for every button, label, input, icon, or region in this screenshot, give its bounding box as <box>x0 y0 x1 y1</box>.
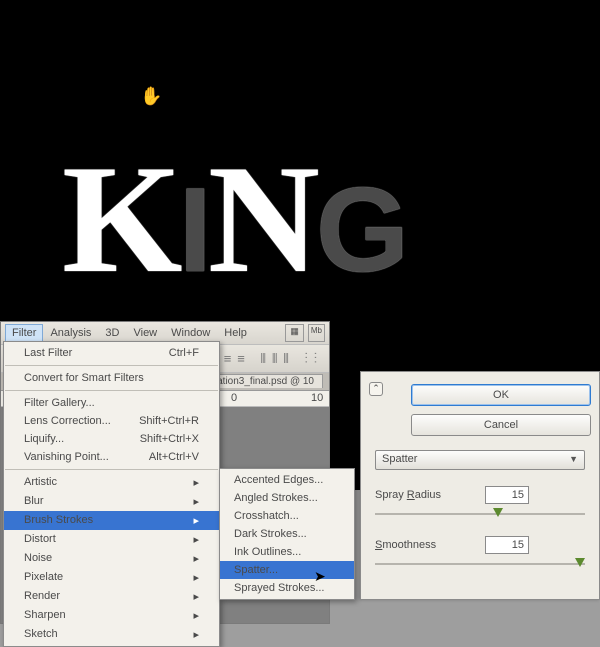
submenu-spatter[interactable]: Spatter... <box>220 561 354 579</box>
ruler-tick: 10 <box>311 392 323 404</box>
cursor-icon: ➤ <box>314 568 326 585</box>
filter-options-dialog[interactable]: ⌃ OK Cancel Spatter Spray Radius Smoothn… <box>360 371 600 600</box>
menu-window[interactable]: Window <box>164 324 217 342</box>
submenu-dark-strokes[interactable]: Dark Strokes... <box>220 525 354 543</box>
menu-item-filter-gallery[interactable]: Filter Gallery... <box>4 394 219 412</box>
artwork-text: KING <box>62 130 405 309</box>
filter-menu[interactable]: Last FilterCtrl+F Convert for Smart Filt… <box>3 341 220 647</box>
minibridge-icon[interactable]: Mb <box>308 324 325 342</box>
cancel-button[interactable]: Cancel <box>411 414 591 436</box>
menu-item-noise[interactable]: Noise <box>4 549 219 568</box>
menu-3d[interactable]: 3D <box>98 324 126 342</box>
menu-item-sharpen[interactable]: Sharpen <box>4 606 219 625</box>
menu-item-sketch[interactable]: Sketch <box>4 625 219 644</box>
menu-item-liquify[interactable]: Liquify...Shift+Ctrl+X <box>4 430 219 448</box>
submenu-angled-strokes[interactable]: Angled Strokes... <box>220 489 354 507</box>
menu-item-brush-strokes[interactable]: Brush Strokes <box>4 511 219 530</box>
ok-button[interactable]: OK <box>411 384 591 406</box>
spray-radius-slider[interactable] <box>375 508 585 520</box>
menu-view[interactable]: View <box>126 324 164 342</box>
menu-filter[interactable]: Filter <box>5 324 43 342</box>
menu-help[interactable]: Help <box>217 324 254 342</box>
menu-item-blur[interactable]: Blur <box>4 492 219 511</box>
menu-item-pixelate[interactable]: Pixelate <box>4 568 219 587</box>
menu-analysis[interactable]: Analysis <box>43 324 98 342</box>
collapse-toggle-icon[interactable]: ⌃ <box>369 382 383 396</box>
spray-radius-label: Spray Radius <box>375 489 485 501</box>
menu-item-vanishing-point[interactable]: Vanishing Point...Alt+Ctrl+V <box>4 448 219 466</box>
menu-item-lens-correction[interactable]: Lens Correction...Shift+Ctrl+R <box>4 412 219 430</box>
smoothness-slider[interactable] <box>375 558 585 570</box>
submenu-ink-outlines[interactable]: Ink Outlines... <box>220 543 354 561</box>
effect-combo[interactable]: Spatter <box>375 450 585 470</box>
spray-radius-input[interactable] <box>485 486 529 504</box>
menu-item-artistic[interactable]: Artistic <box>4 473 219 492</box>
bridge-icon[interactable]: ▦ <box>285 324 304 342</box>
submenu-accented-edges[interactable]: Accented Edges... <box>220 471 354 489</box>
submenu-crosshatch[interactable]: Crosshatch... <box>220 507 354 525</box>
submenu-sprayed-strokes[interactable]: Sprayed Strokes... <box>220 579 354 597</box>
smoothness-label: Smoothness <box>375 539 485 551</box>
menu-item-distort[interactable]: Distort <box>4 530 219 549</box>
brush-strokes-submenu[interactable]: Accented Edges... Angled Strokes... Cros… <box>219 468 355 600</box>
smoothness-input[interactable] <box>485 536 529 554</box>
menu-item-last-filter: Last FilterCtrl+F <box>4 344 219 362</box>
hand-cursor-icon: ✋ <box>140 86 162 107</box>
ruler-tick: 0 <box>231 392 237 404</box>
menu-item-convert-smart[interactable]: Convert for Smart Filters <box>4 369 219 387</box>
menu-item-render[interactable]: Render <box>4 587 219 606</box>
align-icons[interactable]: ≡≡≡ ⫴⫴⫴ ⋮⋮ <box>210 351 323 367</box>
